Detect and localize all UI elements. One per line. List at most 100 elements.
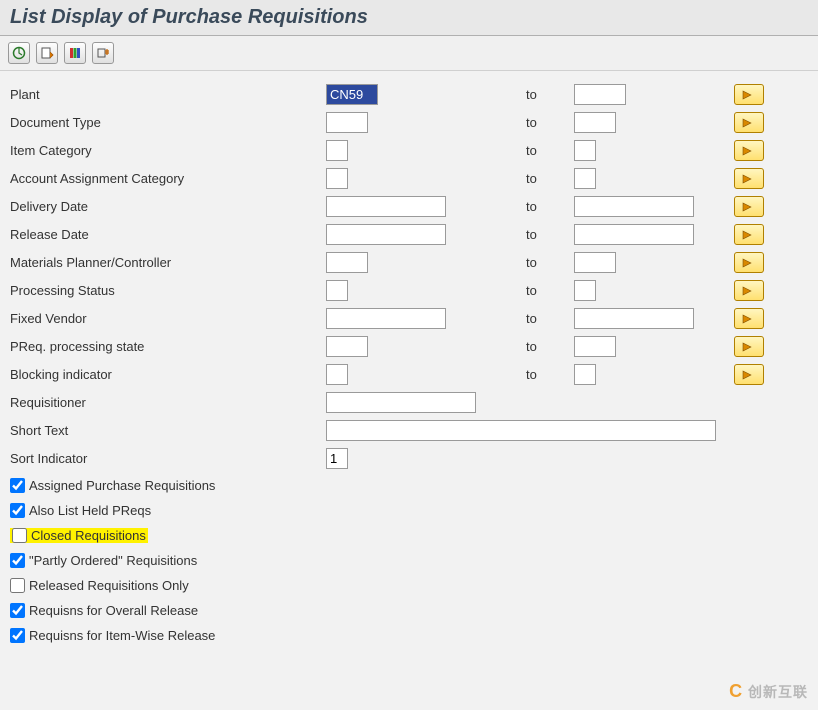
proc-status-multi-select-button[interactable] <box>734 280 764 301</box>
to-label: to <box>526 339 574 354</box>
row-block-ind: Blocking indicator to <box>8 361 810 388</box>
acct-assign-multi-select-button[interactable] <box>734 168 764 189</box>
deliv-date-from-input[interactable] <box>326 196 446 217</box>
label-proc-status: Processing Status <box>8 283 326 298</box>
partly-checkbox[interactable] <box>10 553 25 568</box>
label-sort-indicator: Sort Indicator <box>8 451 326 466</box>
row-fixed-vendor: Fixed Vendor to <box>8 305 810 332</box>
proc-status-from-input[interactable] <box>326 280 348 301</box>
item-category-to-input[interactable] <box>574 140 596 161</box>
block-ind-to-input[interactable] <box>574 364 596 385</box>
check-released-only: Released Requisitions Only <box>8 573 810 598</box>
page-title: List Display of Purchase Requisitions <box>10 6 808 29</box>
label-item-category: Item Category <box>8 143 326 158</box>
to-label: to <box>526 115 574 130</box>
row-rel-date: Release Date to <box>8 221 810 248</box>
execute-button[interactable] <box>8 42 30 64</box>
rel-date-multi-select-button[interactable] <box>734 224 764 245</box>
acct-assign-to-input[interactable] <box>574 168 596 189</box>
toolbar <box>0 36 818 71</box>
doc-type-from-input[interactable] <box>326 112 368 133</box>
to-label: to <box>526 227 574 242</box>
fixed-vendor-from-input[interactable] <box>326 308 446 329</box>
overall-label: Requisns for Overall Release <box>29 603 198 618</box>
preq-state-multi-select-button[interactable] <box>734 336 764 357</box>
watermark-icon: C <box>729 681 743 701</box>
item-category-from-input[interactable] <box>326 140 348 161</box>
label-doc-type: Document Type <box>8 115 326 130</box>
to-label: to <box>526 283 574 298</box>
row-mrp: Materials Planner/Controller to <box>8 249 810 276</box>
rel-date-to-input[interactable] <box>574 224 694 245</box>
check-closed: Closed Requisitions <box>8 523 810 548</box>
label-rel-date: Release Date <box>8 227 326 242</box>
watermark-text: 创新互联 <box>748 684 808 700</box>
row-plant: Plant to <box>8 81 810 108</box>
overall-checkbox[interactable] <box>10 603 25 618</box>
itemwise-label: Requisns for Item-Wise Release <box>29 628 215 643</box>
row-item-category: Item Category to <box>8 137 810 164</box>
item-category-multi-select-button[interactable] <box>734 140 764 161</box>
check-partly: "Partly Ordered" Requisitions <box>8 548 810 573</box>
sort-indicator-input[interactable] <box>326 448 348 469</box>
acct-assign-from-input[interactable] <box>326 168 348 189</box>
row-requisitioner: Requisitioner <box>8 389 810 416</box>
plant-multi-select-button[interactable] <box>734 84 764 105</box>
label-requisitioner: Requisitioner <box>8 395 326 410</box>
all-selections-button[interactable] <box>92 42 114 64</box>
label-short-text: Short Text <box>8 423 326 438</box>
mrp-multi-select-button[interactable] <box>734 252 764 273</box>
fixed-vendor-to-input[interactable] <box>574 308 694 329</box>
deliv-date-to-input[interactable] <box>574 196 694 217</box>
partly-label: "Partly Ordered" Requisitions <box>29 553 197 568</box>
doc-type-multi-select-button[interactable] <box>734 112 764 133</box>
also-held-checkbox[interactable] <box>10 503 25 518</box>
label-plant: Plant <box>8 87 326 102</box>
preq-state-from-input[interactable] <box>326 336 368 357</box>
also-held-label: Also List Held PReqs <box>29 503 151 518</box>
itemwise-checkbox[interactable] <box>10 628 25 643</box>
rel-date-from-input[interactable] <box>326 224 446 245</box>
row-deliv-date: Delivery Date to <box>8 193 810 220</box>
deliv-date-multi-select-button[interactable] <box>734 196 764 217</box>
to-label: to <box>526 311 574 326</box>
doc-type-to-input[interactable] <box>574 112 616 133</box>
watermark: C 创新互联 <box>729 681 808 702</box>
mrp-from-input[interactable] <box>326 252 368 273</box>
assigned-pr-label: Assigned Purchase Requisitions <box>29 478 215 493</box>
get-variant-button[interactable] <box>36 42 58 64</box>
fixed-vendor-multi-select-button[interactable] <box>734 308 764 329</box>
label-deliv-date: Delivery Date <box>8 199 326 214</box>
to-label: to <box>526 255 574 270</box>
to-label: to <box>526 143 574 158</box>
released-only-checkbox[interactable] <box>10 578 25 593</box>
block-ind-from-input[interactable] <box>326 364 348 385</box>
label-mrp: Materials Planner/Controller <box>8 255 326 270</box>
plant-from-input[interactable] <box>326 84 378 105</box>
row-acct-assign: Account Assignment Category to <box>8 165 810 192</box>
header: List Display of Purchase Requisitions <box>0 0 818 36</box>
to-label: to <box>526 199 574 214</box>
row-short-text: Short Text <box>8 417 810 444</box>
label-acct-assign: Account Assignment Category <box>8 171 326 186</box>
to-label: to <box>526 367 574 382</box>
short-text-input[interactable] <box>326 420 716 441</box>
preq-state-to-input[interactable] <box>574 336 616 357</box>
closed-label: Closed Requisitions <box>31 528 146 543</box>
assigned-pr-checkbox[interactable] <box>10 478 25 493</box>
row-preq-state: PReq. processing state to <box>8 333 810 360</box>
mrp-to-input[interactable] <box>574 252 616 273</box>
dynamic-selections-button[interactable] <box>64 42 86 64</box>
selection-form: Plant to Document Type to Item Category … <box>0 71 818 656</box>
closed-checkbox[interactable] <box>12 528 27 543</box>
plant-to-input[interactable] <box>574 84 626 105</box>
check-assigned-pr: Assigned Purchase Requisitions <box>8 473 810 498</box>
proc-status-to-input[interactable] <box>574 280 596 301</box>
to-label: to <box>526 171 574 186</box>
to-label: to <box>526 87 574 102</box>
row-doc-type: Document Type to <box>8 109 810 136</box>
check-itemwise: Requisns for Item-Wise Release <box>8 623 810 648</box>
block-ind-multi-select-button[interactable] <box>734 364 764 385</box>
released-only-label: Released Requisitions Only <box>29 578 189 593</box>
requisitioner-input[interactable] <box>326 392 476 413</box>
